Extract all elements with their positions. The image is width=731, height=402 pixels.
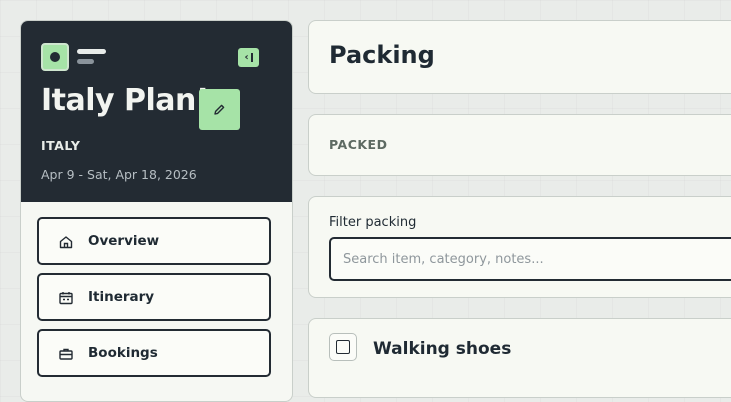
packed-summary-card: PACKED — [308, 114, 731, 176]
app-logo-icon — [41, 43, 69, 71]
packed-label: PACKED — [329, 137, 388, 152]
app-logo-bars — [77, 49, 106, 64]
filter-search-input[interactable] — [329, 237, 731, 281]
briefcase-icon — [59, 348, 73, 360]
trip-header: ‹ Italy Plan! ITALY Apr 9 - Sat, Apr 18,… — [21, 21, 292, 202]
packing-item-name: Walking shoes — [373, 339, 512, 359]
trip-country: ITALY — [41, 138, 81, 153]
nav-item-bookings[interactable]: Bookings — [37, 329, 271, 377]
packed-checkbox[interactable] — [329, 333, 357, 361]
packing-item-card: Walking shoes — [308, 318, 731, 398]
nav-label-bookings: Bookings — [88, 345, 158, 361]
page-title: Packing — [329, 41, 435, 69]
nav-item-overview[interactable]: Overview — [37, 217, 271, 265]
edit-trip-button[interactable] — [199, 89, 240, 130]
trip-title: Italy Plan! — [41, 83, 210, 118]
chevron-left-icon: ‹ — [244, 51, 249, 63]
filter-label: Filter packing — [329, 215, 417, 230]
nav-label-overview: Overview — [88, 233, 160, 249]
pencil-icon — [214, 104, 225, 115]
sidebar: ‹ Italy Plan! ITALY Apr 9 - Sat, Apr 18,… — [20, 20, 293, 402]
nav-item-itinerary[interactable]: Itinerary — [37, 273, 271, 321]
page-header-card: Packing — [308, 20, 731, 94]
calendar-icon — [59, 292, 73, 305]
trip-dates: Apr 9 - Sat, Apr 18, 2026 — [41, 167, 197, 182]
collapse-sidebar-button[interactable]: ‹ — [238, 48, 259, 67]
nav-label-itinerary: Itinerary — [88, 289, 155, 305]
home-icon — [59, 236, 73, 249]
filter-card: Filter packing — [308, 196, 731, 298]
